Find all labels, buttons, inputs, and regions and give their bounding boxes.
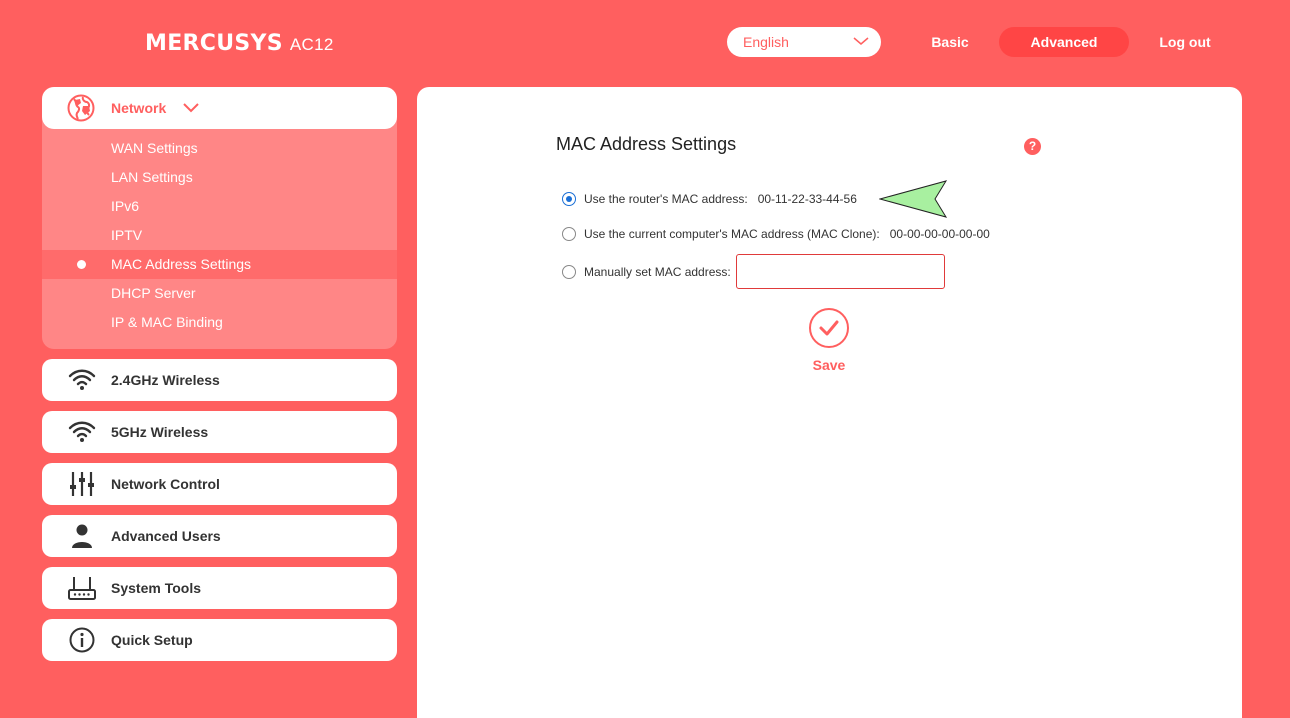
router-mac-label: Use the router's MAC address: (584, 192, 748, 206)
help-icon[interactable]: ? (1024, 138, 1041, 155)
info-icon (69, 627, 95, 653)
sliders-icon (70, 472, 94, 496)
manual-mac-input[interactable] (735, 254, 945, 289)
chevron-down-icon (853, 37, 869, 45)
option-manual-mac: Manually set MAC address: (562, 254, 945, 289)
submenu-item-ip-mac-binding[interactable]: IP & MAC Binding (42, 308, 397, 337)
clone-mac-radio[interactable] (562, 227, 576, 241)
sidebar-item-quick-setup[interactable]: Quick Setup (42, 619, 397, 661)
sidebar-item-label: Network Control (111, 476, 220, 492)
router-mac-radio[interactable] (562, 192, 576, 206)
network-submenu: WAN Settings LAN Settings IPv6 IPTV MAC … (42, 134, 397, 337)
sidebar-item-label: Quick Setup (111, 632, 193, 648)
router-mac-value: 00-11-22-33-44-56 (757, 192, 857, 206)
submenu-item-ipv6[interactable]: IPv6 (42, 192, 397, 221)
nav-advanced[interactable]: Advanced (999, 27, 1129, 57)
annotation-arrow-icon (879, 180, 948, 218)
checkmark-icon (819, 320, 839, 336)
option-clone-mac: Use the current computer's MAC address (… (562, 227, 990, 241)
clone-mac-label: Use the current computer's MAC address (… (584, 227, 880, 241)
option-router-mac: Use the router's MAC address: 00-11-22-3… (562, 192, 857, 206)
sidebar-group-network: Network WAN Settings LAN Settings IPv6 I… (42, 87, 397, 349)
sidebar-item-label: Network (111, 100, 167, 116)
sidebar-item-label: 2.4GHz Wireless (111, 372, 220, 388)
submenu-item-mac-address-settings[interactable]: MAC Address Settings (42, 250, 397, 279)
sidebar-item-label: 5GHz Wireless (111, 424, 209, 440)
router-icon (68, 577, 96, 600)
page-title: MAC Address Settings (556, 134, 737, 154)
save-label[interactable]: Save (799, 357, 859, 373)
user-icon (72, 524, 92, 548)
clone-mac-value: 00-00-00-00-00-00 (889, 227, 990, 241)
manual-mac-radio[interactable] (562, 264, 576, 279)
sidebar-item-label: Advanced Users (111, 528, 221, 544)
language-value: English (743, 34, 789, 50)
globe-icon (67, 94, 95, 122)
sidebar-item-system-tools[interactable]: System Tools (42, 567, 397, 609)
nav-basic[interactable]: Basic (920, 27, 980, 57)
manual-mac-label: Manually set MAC address: (584, 264, 731, 279)
submenu-item-lan-settings[interactable]: LAN Settings (42, 163, 397, 192)
sidebar-item-network[interactable]: Network (42, 87, 397, 129)
wifi-icon (68, 369, 96, 390)
model-name: AC12 (289, 35, 334, 54)
submenu-item-dhcp-server[interactable]: DHCP Server (42, 279, 397, 308)
content-panel: MAC Address Settings ? Use the router's … (417, 87, 1242, 718)
save-button[interactable] (809, 308, 849, 348)
chevron-down-icon (183, 103, 199, 113)
sidebar-item-5ghz-wireless[interactable]: 5GHz Wireless (42, 411, 397, 453)
logout-button[interactable]: Log out (1150, 27, 1220, 57)
language-select[interactable]: English (727, 27, 881, 57)
brand-name: MERCUSYS (145, 31, 283, 56)
sidebar-item-advanced-users[interactable]: Advanced Users (42, 515, 397, 557)
brand-logo: MERCUSYS AC12 (145, 31, 334, 56)
sidebar-item-24ghz-wireless[interactable]: 2.4GHz Wireless (42, 359, 397, 401)
submenu-item-iptv[interactable]: IPTV (42, 221, 397, 250)
sidebar-item-label: System Tools (111, 580, 201, 596)
submenu-item-wan-settings[interactable]: WAN Settings (42, 134, 397, 163)
wifi-icon (68, 421, 96, 442)
sidebar-item-network-control[interactable]: Network Control (42, 463, 397, 505)
sidebar: Network WAN Settings LAN Settings IPv6 I… (42, 87, 397, 661)
